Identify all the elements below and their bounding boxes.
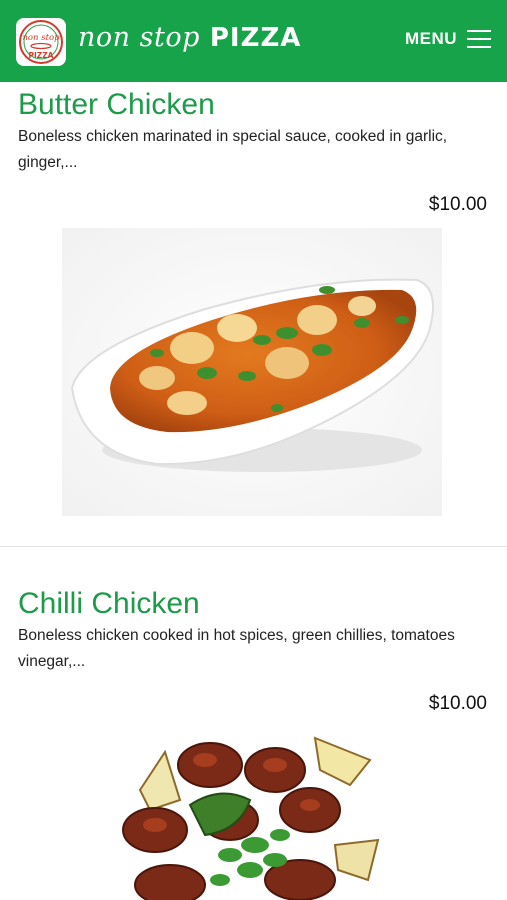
menu-item-chilli-chicken: Chilli Chicken Boneless chicken cooked i… [0, 547, 507, 900]
item-description: Boneless chicken cooked in hot spices, g… [18, 627, 455, 670]
item-price: $10.00 [428, 194, 487, 215]
butter-chicken-image[interactable] [62, 228, 442, 516]
menu-page: non stop PIZZA non stop PIZZA MENU Butte… [0, 0, 507, 900]
chilli-chicken-image[interactable] [110, 730, 390, 900]
item-title[interactable]: Chilli Chicken [18, 587, 200, 621]
menu-item-butter-chicken: Butter Chicken Boneless chicken marinate… [0, 0, 507, 546]
item-description: Boneless chicken marinated in special sa… [18, 128, 448, 171]
item-title[interactable]: Butter Chicken [18, 88, 215, 122]
item-price: $10.00 [428, 693, 487, 714]
